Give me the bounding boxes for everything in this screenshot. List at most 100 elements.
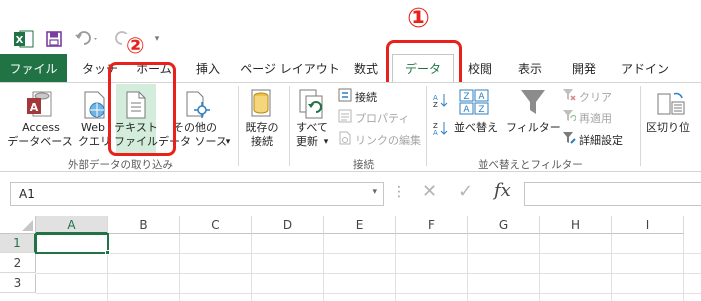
column-header-f[interactable]: F xyxy=(396,216,468,234)
gridline xyxy=(36,293,701,294)
row-header-1[interactable]: 1 xyxy=(0,234,36,253)
customize-qat-icon[interactable]: ▾ xyxy=(152,30,162,48)
row-header-3[interactable]: 3 xyxy=(0,274,36,293)
name-box[interactable]: A1 ▾ xyxy=(10,182,384,206)
enter-icon[interactable]: ✓ xyxy=(458,181,473,202)
column-header-a[interactable]: A xyxy=(36,216,108,234)
clear-filter-icon xyxy=(562,88,576,105)
filter-label[interactable]: フィルター xyxy=(506,121,561,135)
connections-label: 接続 xyxy=(355,90,377,104)
existing-connections-label-line2: 接続 xyxy=(251,135,273,148)
column-header-g[interactable]: G xyxy=(468,216,540,234)
connections-button[interactable]: 接続 xyxy=(338,88,377,105)
column-header-e[interactable]: E xyxy=(324,216,396,234)
tab-insert[interactable]: 挿入 xyxy=(186,54,230,82)
gridline xyxy=(323,234,324,301)
sort-ascending-icon[interactable]: AZ xyxy=(432,92,448,109)
gridline xyxy=(683,234,684,301)
svg-text:A: A xyxy=(478,92,485,102)
svg-text:Z: Z xyxy=(478,105,484,115)
reapply-icon xyxy=(562,109,577,126)
gridline xyxy=(539,234,540,301)
edit-links-icon xyxy=(338,131,352,148)
formula-bar-grip-icon: ⋮ xyxy=(392,184,406,200)
other-sources-icon[interactable] xyxy=(184,90,212,122)
text-to-columns-icon[interactable] xyxy=(656,88,686,118)
other-sources-dropdown-icon: ▾ xyxy=(225,137,231,147)
svg-text:A: A xyxy=(30,101,39,114)
svg-text:Z: Z xyxy=(463,92,469,102)
column-header-d[interactable]: D xyxy=(252,216,324,234)
active-cell-a1[interactable] xyxy=(35,233,109,254)
group-label-external-data: 外部データの取り込み xyxy=(68,159,173,171)
tab-addins[interactable]: アドイン xyxy=(617,54,673,82)
column-header-c[interactable]: C xyxy=(180,216,252,234)
gridline xyxy=(395,234,396,301)
name-box-value: A1 xyxy=(19,187,35,201)
undo-icon[interactable] xyxy=(74,30,100,48)
gridline xyxy=(251,234,252,301)
svg-text:A: A xyxy=(463,105,470,115)
group-separator xyxy=(289,86,290,166)
tab-review[interactable]: 校閲 xyxy=(460,54,500,82)
group-separator xyxy=(238,86,239,166)
clear-button[interactable]: クリア xyxy=(562,88,612,105)
gridline xyxy=(179,234,180,301)
web-label-line1: Web xyxy=(81,121,105,134)
edit-links-button[interactable]: リンクの編集 xyxy=(338,131,421,148)
access-label-line2: データベース xyxy=(7,135,73,148)
tab-formulas[interactable]: 数式 xyxy=(346,54,386,82)
group-label-sort-filter: 並べ替えとフィルター xyxy=(478,159,583,171)
filter-icon[interactable] xyxy=(519,88,547,118)
existing-connections-label-line1: 既存の xyxy=(245,121,279,134)
advanced-filter-icon xyxy=(562,131,576,148)
step-2-marker: ② xyxy=(124,34,147,60)
advanced-filter-label: 詳細設定 xyxy=(579,133,623,147)
gridline xyxy=(467,234,468,301)
select-all-corner[interactable] xyxy=(0,216,36,234)
existing-connections-icon[interactable] xyxy=(248,88,276,122)
sort-icon[interactable]: Z A A Z xyxy=(458,88,490,116)
text-to-columns-label[interactable]: 区切り位 xyxy=(646,121,701,135)
gridline xyxy=(36,273,701,274)
other-sources-label-line1: その他の xyxy=(173,121,217,134)
fill-handle[interactable] xyxy=(105,250,110,255)
reapply-button[interactable]: 再適用 xyxy=(562,109,612,126)
properties-button[interactable]: プロパティ xyxy=(338,109,409,126)
properties-icon xyxy=(338,109,352,126)
refresh-all-label-line2: 更新 xyxy=(296,135,318,148)
access-database-icon[interactable]: A xyxy=(26,90,54,122)
tab-file[interactable]: ファイル xyxy=(0,54,67,82)
access-label-line1: Access xyxy=(22,121,60,134)
save-icon[interactable] xyxy=(45,30,63,48)
name-box-dropdown-icon[interactable]: ▾ xyxy=(372,187,377,197)
advanced-filter-button[interactable]: 詳細設定 xyxy=(562,131,623,148)
formula-input[interactable] xyxy=(524,182,701,206)
refresh-all-label-line1: すべて xyxy=(296,121,328,134)
cancel-icon[interactable]: ✕ xyxy=(422,181,437,202)
column-header-h[interactable]: H xyxy=(540,216,612,234)
properties-label: プロパティ xyxy=(355,111,410,125)
connections-icon xyxy=(338,88,352,105)
column-header-i[interactable]: I xyxy=(612,216,684,234)
step-2-highlight xyxy=(108,62,176,156)
sort-label[interactable]: 並べ替え xyxy=(452,121,500,135)
edit-links-label: リンクの編集 xyxy=(355,133,421,147)
insert-function-icon[interactable]: fx xyxy=(494,180,511,201)
worksheet-grid: ABCDEFGHI 123 xyxy=(0,216,701,301)
svg-text:A: A xyxy=(433,129,438,136)
group-label-connections: 接続 xyxy=(353,159,374,171)
column-header-b[interactable]: B xyxy=(108,216,180,234)
sort-descending-icon[interactable]: ZA xyxy=(432,120,448,137)
web-query-icon[interactable] xyxy=(82,90,108,122)
tab-developer[interactable]: 開発 xyxy=(562,54,606,82)
tab-page-layout[interactable]: ページ レイアウト xyxy=(240,54,340,82)
svg-text:Z: Z xyxy=(433,101,438,108)
refresh-all-icon[interactable] xyxy=(298,88,328,122)
step-1-marker: ① xyxy=(407,3,430,34)
svg-text:X: X xyxy=(16,35,24,46)
gridline xyxy=(36,253,701,254)
row-header-2[interactable]: 2 xyxy=(0,254,36,273)
tab-view[interactable]: 表示 xyxy=(510,54,550,82)
refresh-dropdown-icon: ▾ xyxy=(323,137,329,147)
